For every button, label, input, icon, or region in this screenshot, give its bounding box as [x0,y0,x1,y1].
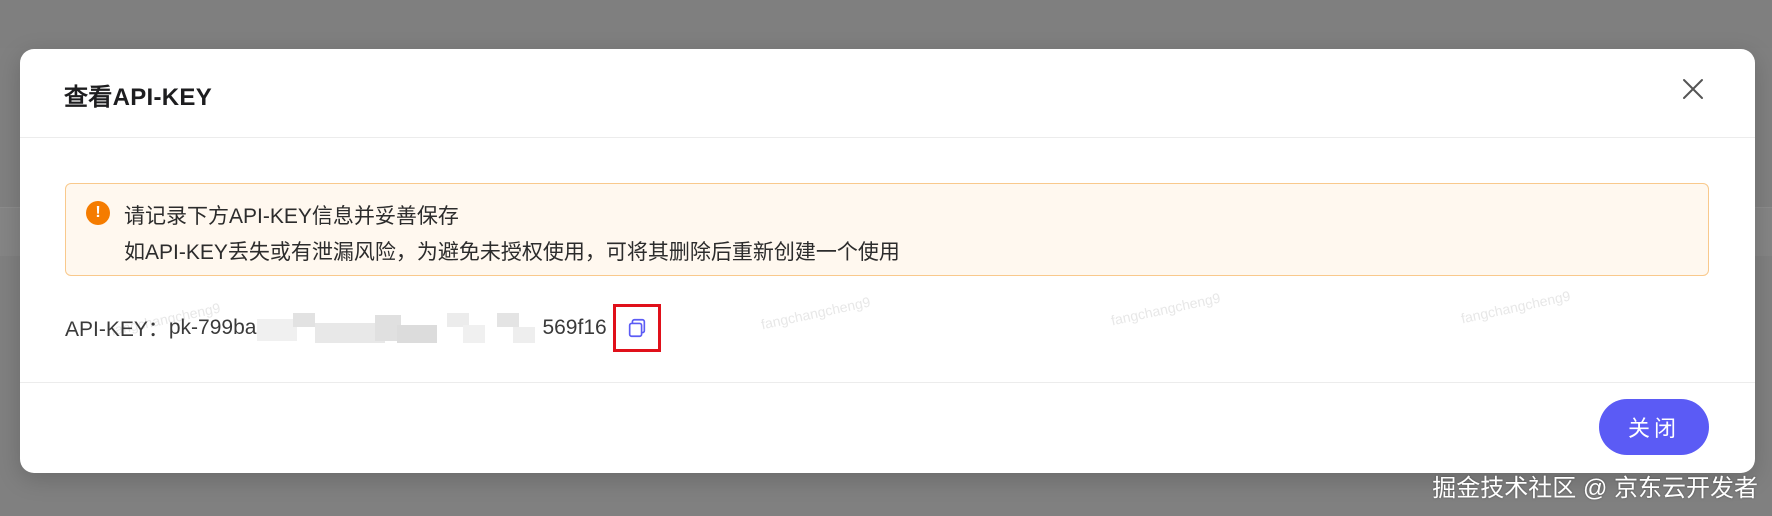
api-key-prefix: pk-799ba [168,316,257,339]
api-key-row: API-KEY： pk-799ba 569f16 [65,304,661,352]
source-credit: 掘金技术社区 @ 京东云开发者 [1432,475,1758,502]
alert-message-line2: 如API-KEY丢失或有泄漏风险，为避免未授权使用，可将其删除后重新创建一个使用 [124,241,900,264]
api-key-label: API-KEY： [65,318,169,341]
watermark: fangchangcheng9 [1459,287,1572,327]
alert-message-line1: 请记录下方API-KEY信息并妥善保存 [124,205,459,228]
watermark: fangchangcheng9 [1109,289,1222,329]
modal-title: 查看API-KEY [64,84,213,111]
warning-icon: ! [86,201,110,225]
copy-api-key-button[interactable] [612,304,661,352]
api-key-modal: 查看API-KEY ! 请记录下方API-KEY信息并妥善保存 如API-KEY… [20,49,1755,473]
background-header [0,0,1772,48]
copy-icon [628,318,645,338]
warning-alert: ! 请记录下方API-KEY信息并妥善保存 如API-KEY丢失或有泄漏风险，为… [65,183,1709,276]
watermark: fangchangcheng9 [759,293,872,333]
close-icon[interactable] [1677,73,1709,105]
modal-header: 查看API-KEY [20,49,1755,138]
api-key-redacted [257,313,541,343]
footer-divider [20,382,1755,383]
api-key-suffix: 569f16 [542,316,607,339]
close-button[interactable]: 关闭 [1599,399,1709,455]
